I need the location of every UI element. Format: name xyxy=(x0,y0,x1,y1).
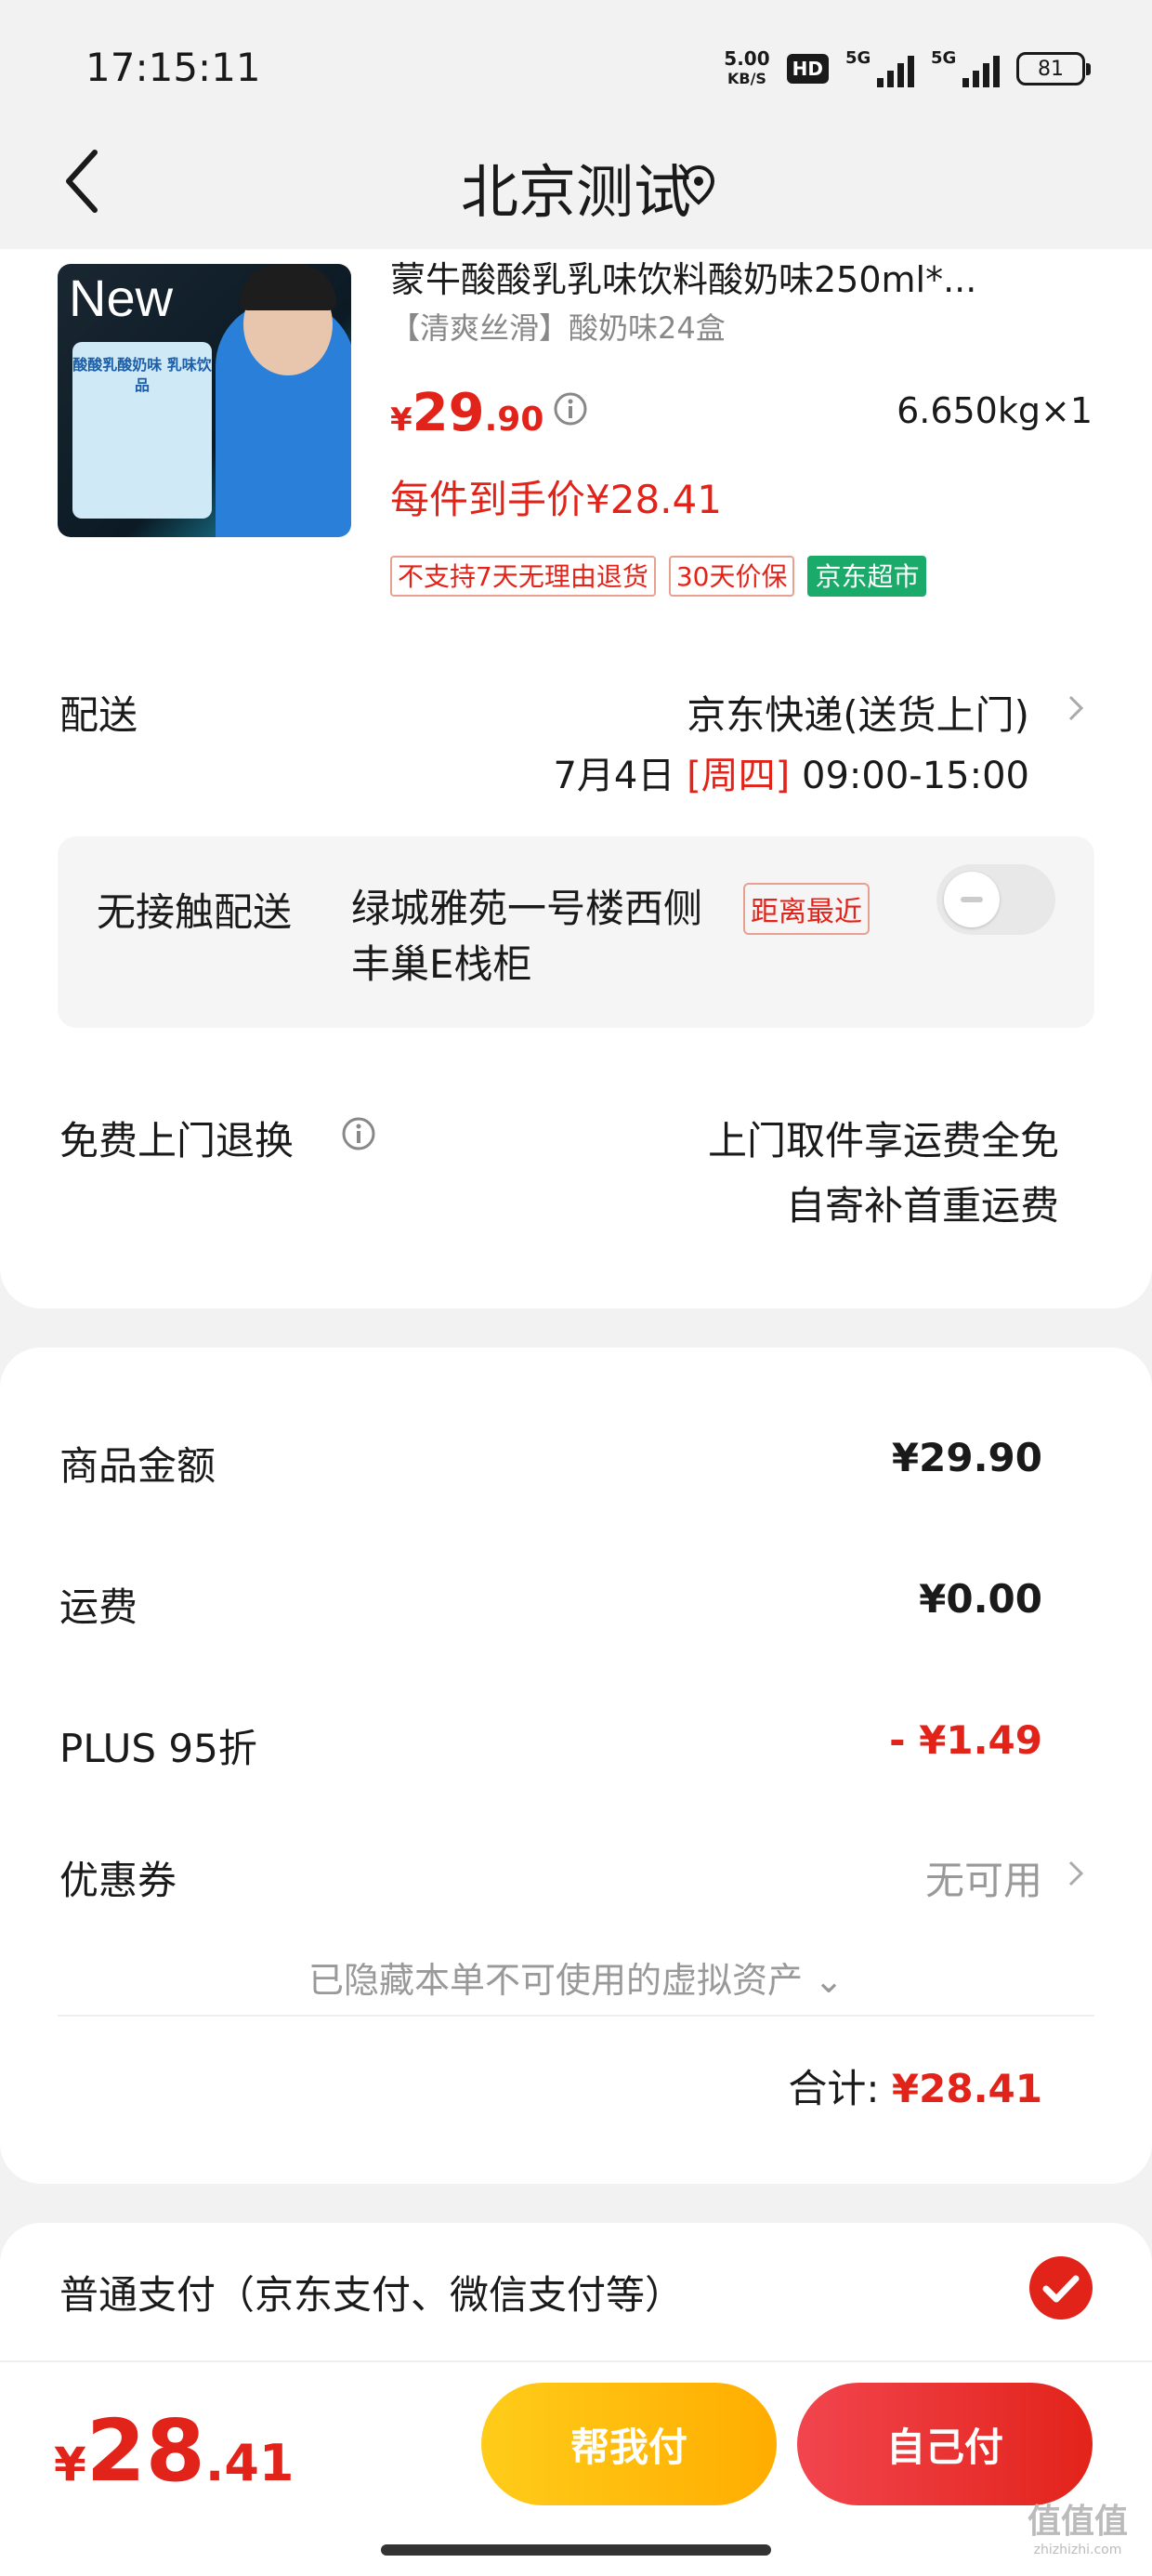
delivery-label: 配送 xyxy=(59,692,138,738)
return-line-2: 自寄补首重运费 xyxy=(785,1183,1059,1229)
product-price: ¥29.90 xyxy=(390,383,543,443)
info-icon[interactable] xyxy=(340,1115,377,1152)
toggle-knob xyxy=(944,872,1000,927)
delivery-weekday: [周四] xyxy=(687,755,791,797)
model-hair xyxy=(240,264,336,310)
chevron-right-icon[interactable] xyxy=(1065,1855,1087,1892)
sim1-label: 5G xyxy=(845,48,871,68)
goods-amount-value: ¥29.90 xyxy=(891,1435,1042,1480)
payment-method-label[interactable]: 普通支付（京东支付、微信支付等） xyxy=(59,2264,684,2320)
contactless-toggle[interactable] xyxy=(936,864,1055,935)
bottom-price-dec: .41 xyxy=(204,2434,295,2492)
total-label: 合计: xyxy=(788,2066,880,2111)
product-tags: 不支持7天无理由退货 30天价保 京东超市 xyxy=(390,556,927,597)
divider xyxy=(58,2015,1094,2017)
bottom-total-price: ¥28.41 xyxy=(54,2401,295,2501)
image-box-text: 酸酸乳酸奶味 乳味饮品 xyxy=(72,356,212,394)
watermark: 值值值 zhizhizhi.com xyxy=(1013,2494,1143,2557)
self-pay-button[interactable]: 自己付 xyxy=(797,2383,1093,2505)
tag-no-return: 不支持7天无理由退货 xyxy=(390,556,656,597)
plus-discount-label: PLUS 95折 xyxy=(59,1726,257,1771)
product-title[interactable]: 蒙牛酸酸乳乳味饮料酸奶味250ml*... xyxy=(390,251,1096,302)
sim2-label: 5G xyxy=(931,48,957,68)
price-dec: .90 xyxy=(484,401,544,439)
product-subtitle: 【清爽丝滑】酸奶味24盒 xyxy=(390,310,726,346)
return-line-1: 上门取件享运费全免 xyxy=(707,1118,1059,1163)
product-box-graphic: 酸酸乳酸奶味 乳味饮品 xyxy=(72,342,212,519)
bottom-price-symbol: ¥ xyxy=(54,2438,86,2491)
divider xyxy=(0,2360,1152,2362)
delivery-time-range: 09:00-15:00 xyxy=(802,755,1029,797)
price-int: 29 xyxy=(412,383,485,443)
shipping-label: 运费 xyxy=(59,1584,138,1630)
per-item-price: 每件到手价¥28.41 xyxy=(390,477,722,522)
net-speed: 5.00 KB/S xyxy=(724,48,769,89)
price-symbol: ¥ xyxy=(390,401,412,439)
chevron-right-icon[interactable] xyxy=(1065,690,1087,727)
battery-icon: 81 xyxy=(1016,52,1091,85)
page-title: 北京测试 xyxy=(460,158,691,226)
nearest-badge: 距离最近 xyxy=(743,883,870,935)
bottom-price-int: 28 xyxy=(85,2401,205,2501)
image-new-text: New xyxy=(69,269,174,327)
order-total: 合计: ¥28.41 xyxy=(788,2057,1042,2114)
net-speed-value: 5.00 xyxy=(724,47,770,70)
check-circle-icon[interactable] xyxy=(1028,2254,1094,2321)
signal-icon: 5G xyxy=(845,48,914,87)
hd-icon: HD xyxy=(786,54,829,84)
shipping-value: ¥0.00 xyxy=(919,1576,1042,1622)
goods-amount-label: 商品金额 xyxy=(59,1443,216,1489)
plus-discount-value: - ¥1.49 xyxy=(889,1717,1042,1763)
help-pay-button[interactable]: 帮我付 xyxy=(481,2383,777,2505)
delivery-method[interactable]: 京东快递(送货上门) xyxy=(687,684,1029,741)
product-weight: 6.650kg×1 xyxy=(897,390,1093,431)
product-image[interactable]: New 酸酸乳酸奶味 乳味饮品 xyxy=(58,264,351,537)
watermark-text: 值值值 xyxy=(1027,2503,1128,2541)
delivery-date: 7月4日 xyxy=(553,755,675,797)
contactless-label: 无接触配送 xyxy=(97,889,293,935)
contactless-address: 绿城雅苑一号楼西侧丰巢E栈柜 xyxy=(351,886,703,987)
tag-price-protect: 30天价保 xyxy=(668,556,795,597)
free-return-label: 免费上门退换 xyxy=(59,1118,295,1163)
status-time: 17:15:11 xyxy=(85,45,261,90)
delivery-time[interactable]: 7月4日 [周四] 09:00-15:00 xyxy=(553,745,1029,799)
tag-jd-supermarket: 京东超市 xyxy=(807,556,927,597)
coupon-label: 优惠券 xyxy=(59,1858,177,1903)
total-value: ¥28.41 xyxy=(891,2066,1042,2111)
status-icons: 5.00 KB/S HD 5G 5G 81 xyxy=(724,43,1091,95)
home-indicator[interactable] xyxy=(381,2544,771,2556)
watermark-sub: zhizhizhi.com xyxy=(1033,2543,1122,2557)
hidden-assets-toggle[interactable]: 已隐藏本单不可使用的虚拟资产 ⌄ xyxy=(0,1952,1152,2003)
net-speed-unit: KB/S xyxy=(727,70,766,87)
location-pin-icon[interactable] xyxy=(680,164,717,206)
coupon-value[interactable]: 无可用 xyxy=(925,1849,1042,1906)
info-icon[interactable] xyxy=(552,390,589,427)
signal-icon-2: 5G xyxy=(931,48,1000,87)
